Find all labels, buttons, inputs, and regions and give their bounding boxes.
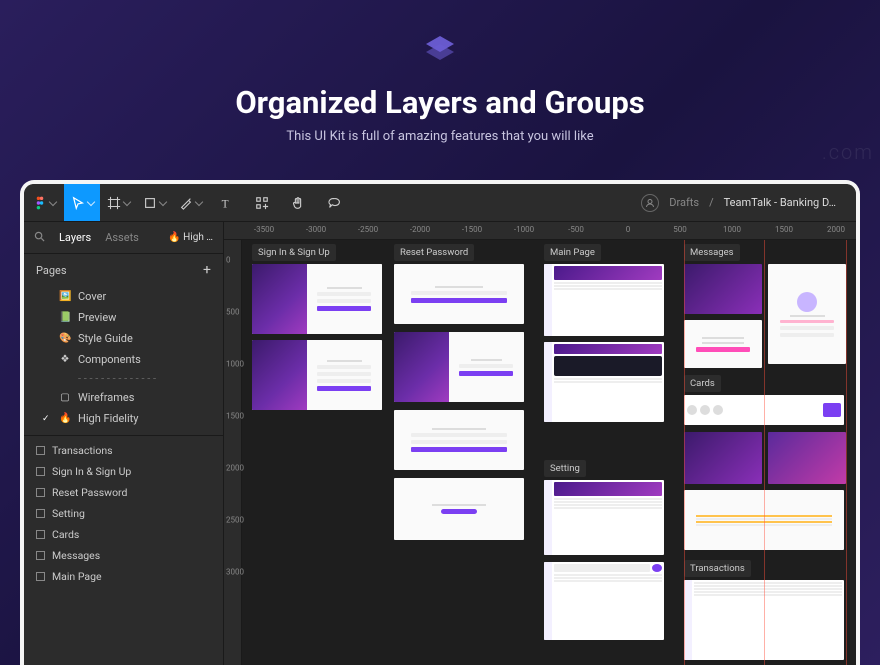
section-label-main[interactable]: Main Page: [544, 244, 601, 261]
artboard-messages-2[interactable]: [768, 264, 846, 364]
sidebar: Layers Assets 🔥 High … Pages + 🖼️Cover 📗…: [24, 222, 224, 665]
frame-tool-button[interactable]: [100, 184, 136, 221]
artboard-cards-2[interactable]: [684, 432, 762, 484]
breadcrumb-separator: /: [709, 196, 714, 209]
breadcrumb-parent[interactable]: Drafts: [669, 196, 699, 209]
section-label-cards[interactable]: Cards: [684, 375, 721, 392]
layer-item[interactable]: Transactions: [24, 440, 223, 461]
chevron-down-icon: [194, 197, 202, 205]
chevron-down-icon: [122, 197, 130, 205]
frame-icon: [36, 530, 45, 539]
frame-icon: [36, 551, 45, 560]
figma-menu-button[interactable]: [24, 184, 64, 221]
artboard-transactions-1[interactable]: [684, 580, 844, 660]
layer-item[interactable]: Sign In & Sign Up: [24, 461, 223, 482]
hero-subtitle: This UI Kit is full of amazing features …: [0, 129, 880, 144]
artboard-main-1[interactable]: [544, 264, 664, 336]
artboard-reset-4[interactable]: [394, 478, 524, 540]
page-item[interactable]: 🎨Style Guide: [24, 328, 223, 349]
page-item[interactable]: 📗Preview: [24, 307, 223, 328]
toolbar: T Drafts / TeamTalk - Banking D…: [24, 184, 856, 222]
layer-item[interactable]: Reset Password: [24, 482, 223, 503]
artboard-signin-2[interactable]: [252, 340, 382, 410]
artboard-setting-1[interactable]: [544, 480, 664, 555]
layer-item[interactable]: Setting: [24, 503, 223, 524]
resources-button[interactable]: [244, 184, 280, 221]
page-separator: - - - - - - - - - - - - - -: [24, 370, 223, 387]
hand-tool-button[interactable]: [280, 184, 316, 221]
canvas[interactable]: 0 500 1000 1500 2000 2500 3000 Sign In &…: [224, 240, 856, 665]
pages-list: 🖼️Cover 📗Preview 🎨Style Guide ❖Component…: [24, 284, 223, 435]
page-item[interactable]: ▢Wireframes: [24, 387, 223, 408]
section-label-signin[interactable]: Sign In & Sign Up: [252, 244, 336, 261]
add-page-button[interactable]: +: [203, 262, 211, 278]
page-item[interactable]: ✓🔥High Fidelity: [24, 408, 223, 429]
layers-list: Transactions Sign In & Sign Up Reset Pas…: [24, 435, 223, 665]
tab-layers[interactable]: Layers: [59, 231, 91, 244]
artboard-reset-3[interactable]: [394, 410, 524, 470]
hero-title: Organized Layers and Groups: [0, 84, 880, 121]
frame-icon: [36, 467, 45, 476]
artboard-reset-1[interactable]: [394, 264, 524, 324]
layer-item[interactable]: Main Page: [24, 566, 223, 587]
pages-header: Pages: [36, 264, 67, 277]
comment-tool-button[interactable]: [316, 184, 352, 221]
chevron-down-icon: [86, 197, 94, 205]
frame-icon: [36, 572, 45, 581]
layers-icon: [420, 30, 460, 70]
user-avatar-icon[interactable]: [641, 194, 659, 212]
artboard-signin-1[interactable]: [252, 264, 382, 334]
frame-icon: [36, 488, 45, 497]
pen-tool-button[interactable]: [172, 184, 208, 221]
move-tool-button[interactable]: [64, 184, 100, 221]
artboard-main-2[interactable]: [544, 342, 664, 422]
shape-tool-button[interactable]: [136, 184, 172, 221]
ruler-horizontal: -3500 -3000 -2500 -2000 -1500 -1000 -500…: [224, 222, 856, 240]
section-label-messages[interactable]: Messages: [684, 244, 740, 261]
layer-item[interactable]: Messages: [24, 545, 223, 566]
text-tool-button[interactable]: T: [208, 184, 244, 221]
section-label-transactions[interactable]: Transactions: [684, 560, 751, 577]
watermark: .com: [822, 140, 874, 164]
page-item[interactable]: ❖Components: [24, 349, 223, 370]
ruler-vertical: 0 500 1000 1500 2000 2500 3000: [224, 240, 242, 665]
artboard-messages-1[interactable]: [684, 264, 762, 314]
artboard-messages-3[interactable]: [684, 320, 762, 368]
artboard-reset-2[interactable]: [394, 332, 524, 402]
section-label-reset[interactable]: Reset Password: [394, 244, 474, 261]
svg-text:T: T: [222, 198, 229, 210]
chevron-down-icon: [48, 197, 56, 205]
artboard-cards-4[interactable]: [684, 490, 844, 550]
app-window: T Drafts / TeamTalk - Banking D…: [20, 180, 860, 665]
page-selector[interactable]: 🔥 High …: [168, 232, 213, 243]
search-icon[interactable]: [34, 231, 45, 245]
section-label-setting[interactable]: Setting: [544, 460, 586, 477]
artboard-cards-3[interactable]: [768, 432, 846, 484]
layer-item[interactable]: Cards: [24, 524, 223, 545]
document-title[interactable]: TeamTalk - Banking D…: [724, 196, 836, 209]
frame-icon: [36, 446, 45, 455]
frame-icon: [36, 509, 45, 518]
page-item[interactable]: 🖼️Cover: [24, 286, 223, 307]
artboard-setting-2[interactable]: [544, 562, 664, 640]
artboard-cards-1[interactable]: [684, 395, 844, 425]
tab-assets[interactable]: Assets: [105, 231, 139, 244]
chevron-down-icon: [158, 197, 166, 205]
